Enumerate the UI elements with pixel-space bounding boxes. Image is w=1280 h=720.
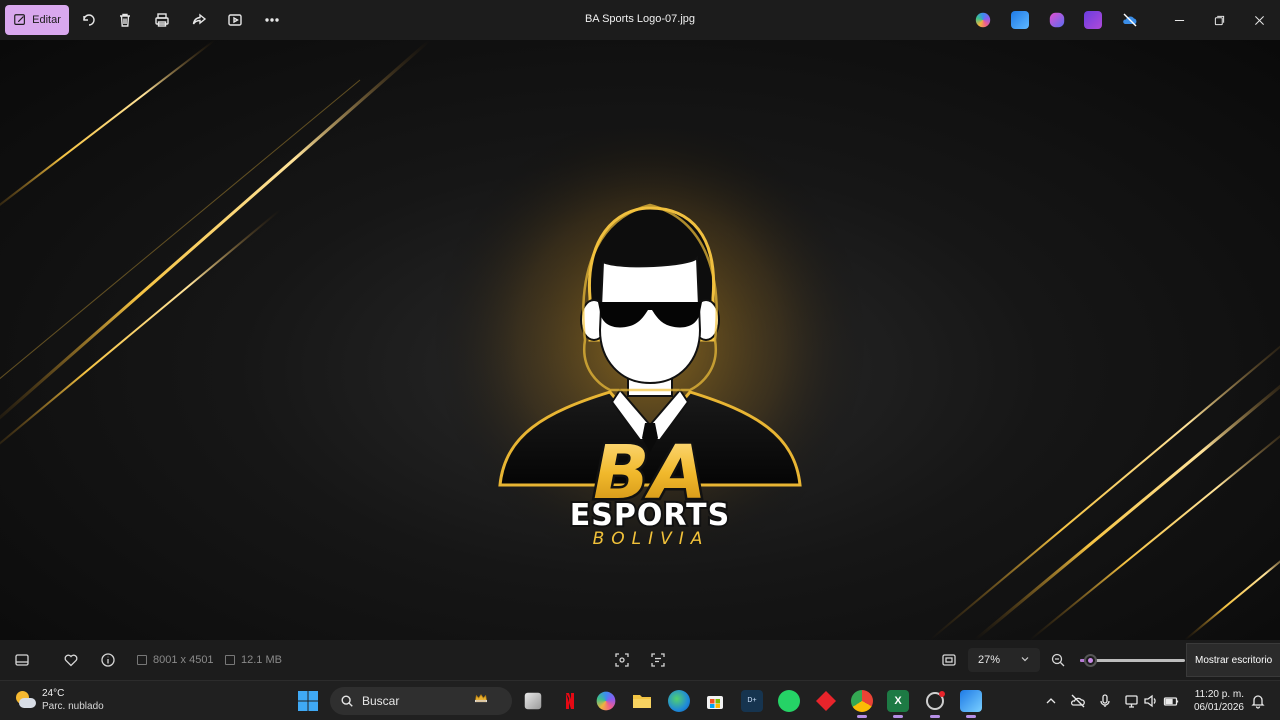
windows-logo-icon: [298, 691, 318, 711]
zoom-out-button[interactable]: [1050, 652, 1066, 668]
restore-button[interactable]: [1207, 8, 1231, 32]
weather-widget[interactable]: 24°C Parc. nublado: [14, 687, 104, 713]
right-gold-stripes: [929, 345, 1280, 640]
search-icon: [341, 695, 353, 707]
slideshow-button[interactable]: [225, 10, 245, 30]
logo-text-bolivia: BOLIVIA: [593, 529, 710, 549]
ellipsis-icon: [265, 18, 279, 22]
logo-text-esports: ESPORTS: [570, 498, 730, 533]
show-hidden-icons-button[interactable]: [1043, 693, 1059, 709]
disney-plus-icon[interactable]: D+: [741, 690, 763, 712]
print-button[interactable]: [152, 10, 172, 30]
clipchamp-icon[interactable]: [1084, 11, 1102, 29]
close-button[interactable]: [1247, 8, 1271, 32]
filmstrip-button[interactable]: [14, 652, 30, 668]
rotate-button[interactable]: [79, 10, 99, 30]
info-icon: [101, 653, 115, 667]
chrome-browser-icon[interactable]: [851, 690, 873, 718]
dimensions-text: 8001 x 4501: [153, 654, 214, 666]
filmstrip-icon: [15, 654, 29, 666]
displayed-image: BA ESPORTS BOLIVIA: [0, 40, 1280, 640]
rotate-icon: [83, 14, 95, 26]
trash-icon: [120, 13, 130, 27]
close-icon: [1254, 15, 1264, 25]
file-size: 12.1 MB: [225, 654, 282, 666]
microsoft-store-icon[interactable]: [704, 690, 726, 712]
taskbar-search-box[interactable]: Buscar: [330, 687, 512, 715]
zoom-level-dropdown[interactable]: 27%: [968, 648, 1040, 672]
task-view-icon[interactable]: [524, 692, 542, 710]
title-bar: Editar BA Sports Logo-07.jpg: [0, 0, 1280, 40]
favorite-button[interactable]: [63, 652, 79, 668]
designer-icon[interactable]: [1049, 12, 1065, 28]
whatsapp-icon[interactable]: [778, 690, 800, 712]
windows-taskbar: 24°C Parc. nublado Buscar D+ X 11:20 p. …: [0, 680, 1280, 720]
chevron-down-icon: [1021, 657, 1029, 662]
netflix-icon[interactable]: [559, 690, 581, 712]
share-icon: [192, 13, 207, 25]
scan-text-icon: [651, 653, 665, 667]
more-options-button[interactable]: [262, 10, 282, 30]
start-button[interactable]: [297, 690, 319, 712]
search-highlight-icon: [474, 691, 504, 711]
clock-date: 06/01/2026: [1193, 702, 1244, 713]
microphone-icon[interactable]: [1097, 693, 1113, 709]
network-icon[interactable]: [1124, 693, 1140, 709]
copilot-icon[interactable]: [975, 12, 991, 28]
fit-to-window-button[interactable]: [941, 652, 957, 668]
zoom-out-icon: [1051, 653, 1065, 667]
visual-search-button[interactable]: [650, 652, 666, 668]
edit-button[interactable]: Editar: [5, 5, 69, 35]
fit-window-icon: [942, 654, 956, 666]
printer-icon: [155, 13, 169, 27]
image-dimensions: 8001 x 4501: [137, 654, 214, 666]
photos-editor-icon[interactable]: [1011, 11, 1029, 29]
file-size-text: 12.1 MB: [241, 654, 282, 666]
share-button[interactable]: [189, 10, 209, 30]
edge-browser-icon[interactable]: [668, 690, 690, 712]
file-explorer-icon[interactable]: [631, 690, 653, 712]
zoom-slider[interactable]: [1080, 654, 1185, 667]
battery-icon[interactable]: [1163, 693, 1179, 709]
slideshow-icon: [228, 14, 242, 26]
notifications-button[interactable]: [1250, 693, 1266, 709]
edit-label: Editar: [32, 14, 61, 26]
heart-icon: [64, 654, 78, 667]
system-clock[interactable]: 11:20 p. m. 06/01/2026: [1190, 688, 1244, 714]
bell-icon: [1251, 695, 1265, 709]
copilot-app-icon[interactable]: [596, 691, 616, 711]
minimize-icon: [1174, 19, 1184, 21]
delete-button[interactable]: [115, 10, 135, 30]
weather-description: Parc. nublado: [42, 701, 104, 712]
volume-icon[interactable]: [1143, 693, 1159, 709]
weather-temperature: 24°C: [42, 688, 65, 699]
left-gold-stripes: [0, 40, 431, 445]
edit-icon: [14, 14, 26, 25]
app-red-diamond-icon[interactable]: [815, 690, 837, 712]
excel-icon[interactable]: X: [887, 690, 909, 718]
partly-cloudy-icon: [14, 691, 36, 709]
zoom-slider-thumb[interactable]: [1084, 654, 1097, 667]
ocr-button[interactable]: [614, 652, 630, 668]
app-ring-icon[interactable]: [924, 690, 946, 718]
chevron-up-icon: [1046, 698, 1056, 704]
info-button[interactable]: [100, 652, 116, 668]
onedrive-tray-icon[interactable]: [1070, 693, 1086, 709]
image-canvas[interactable]: BA ESPORTS BOLIVIA: [0, 40, 1280, 640]
onedrive-icon[interactable]: [1121, 11, 1139, 29]
file-size-icon: [225, 655, 235, 665]
focus-frame-icon: [615, 653, 629, 667]
restore-icon: [1214, 15, 1224, 25]
clock-time: 11:20 p. m.: [1194, 689, 1244, 700]
status-bar: 8001 x 4501 12.1 MB 27% Mostrar escritor…: [0, 640, 1280, 680]
search-placeholder: Buscar: [362, 694, 400, 708]
show-desktop-tooltip: Mostrar escritorio: [1186, 643, 1280, 677]
minimize-button[interactable]: [1167, 8, 1191, 32]
photos-app-icon[interactable]: [960, 690, 982, 718]
zoom-level-value: 27%: [978, 654, 1001, 666]
dimensions-icon: [137, 655, 147, 665]
